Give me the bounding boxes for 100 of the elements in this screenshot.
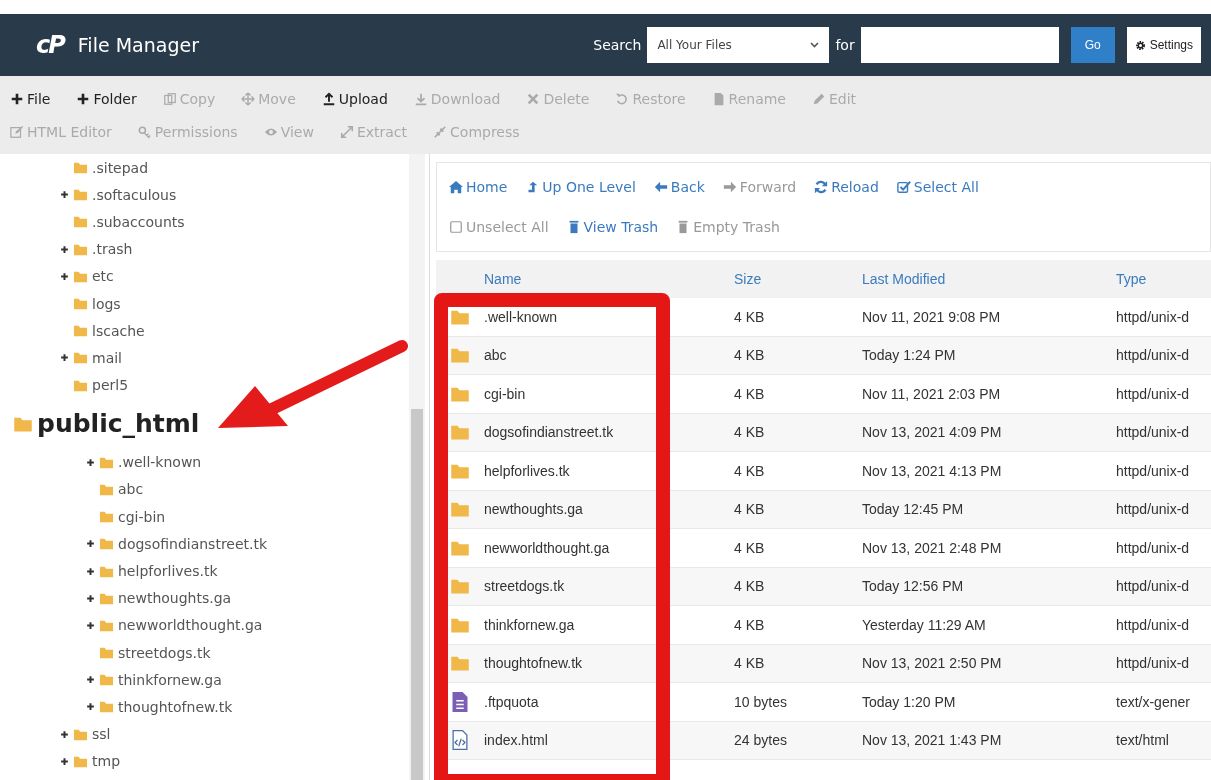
tree-item[interactable]: .trash [92,241,133,258]
table-cell: httpd/unix-d [1116,539,1190,556]
move-icon [241,91,256,106]
key-icon [137,124,152,139]
checkbox-icon [896,180,911,194]
tree-item[interactable]: dogsofindianstreet.tk [118,535,268,552]
expand-plus-icon[interactable] [86,593,95,603]
column-header[interactable]: Last Modified [862,271,1116,287]
expand-plus-icon[interactable] [60,756,69,766]
tree-item[interactable]: streetdogs.tk [118,644,211,661]
table-cell-text: Today 12:56 PM [862,578,965,595]
upload-icon [321,91,336,106]
table-cell-text: streetdogs.tk [484,578,566,595]
table-cell-text: .well-known [484,308,559,325]
expand-plus-icon[interactable] [60,271,69,281]
tree-item[interactable]: helpforlives.tk [118,563,218,580]
table-cell: httpd/unix-d [1116,616,1190,633]
table-cell-text: 4 KB [734,347,766,364]
compress-icon [433,124,448,139]
tree-item[interactable]: lscache [92,322,145,339]
folder-icon [73,296,88,312]
tree-item[interactable]: abc [118,481,144,498]
toolbar-button[interactable]: File [10,82,61,115]
toolbar-button[interactable]: Upload [321,82,398,115]
tree-item[interactable]: cgi-bin [118,508,166,525]
nav-button[interactable]: Up One Level [525,167,644,207]
folder-icon [99,699,114,715]
expand-plus-icon[interactable] [60,353,69,363]
tree-item[interactable]: .sitepad [92,159,149,176]
tree-item[interactable]: etc [92,268,114,285]
tree-item[interactable]: mail [92,349,122,366]
caret-icon [810,42,820,48]
folder-icon [73,160,88,176]
table-cell-text: Nov 13, 2021 2:50 PM [862,655,1003,672]
table-cell: httpd/unix-d [1116,578,1190,595]
table-cell: httpd/unix-d [1116,385,1190,402]
for-label: for [835,37,855,53]
table-cell-text: 10 bytes [734,693,788,710]
toolbar-button[interactable]: Folder [76,82,147,115]
right-arrow-icon [722,180,737,194]
expand-plus-icon[interactable] [60,729,69,739]
checkbox-icon [449,220,463,234]
tree-item[interactable]: public_html [37,409,200,439]
tree-item[interactable]: .subaccounts [92,213,185,230]
table-cell-text: 4 KB [734,385,766,402]
go-button[interactable]: Go [1070,27,1115,63]
column-header[interactable]: Name [484,271,734,287]
table-cell-text: abc [484,347,508,364]
table-cell-text: 4 KB [734,539,766,556]
table-cell-text: Today 1:24 PM [862,347,957,364]
expand-plus-icon[interactable] [60,244,69,254]
table-cell-text: Nov 11, 2021 2:03 PM [862,385,1002,402]
expand-plus-icon[interactable] [86,539,95,549]
expand-plus-icon[interactable] [86,457,95,467]
table-cell-text: Nov 13, 2021 4:13 PM [862,462,1003,479]
folder-icon [99,509,114,525]
folder-icon [73,187,88,203]
logo: cP [36,31,64,59]
table-cell: httpd/unix-d [1116,501,1190,518]
tree-item[interactable]: newworldthought.ga [118,617,263,634]
column-header[interactable]: Size [734,271,862,287]
tree-item[interactable]: thinkfornew.ga [118,671,222,688]
gear-icon [1134,39,1146,51]
table-cell: text/x-gener [1116,693,1190,710]
table-cell-text: 4 KB [734,462,766,479]
expand-plus-icon[interactable] [60,190,69,200]
table-cell: httpd/unix-d [1116,462,1190,479]
scope-dropdown[interactable]: All Your Files [647,27,830,63]
expand-plus-icon[interactable] [86,566,95,576]
expand-plus-icon[interactable] [86,702,95,712]
table-cell-text: 4 KB [734,616,766,633]
tree-item[interactable]: thoughtofnew.tk [118,698,233,715]
tree-item[interactable]: .softaculous [92,186,177,203]
settings-button[interactable]: Settings [1126,27,1201,63]
table-cell: httpd/unix-d [1116,655,1190,672]
folder-icon [99,672,114,688]
expand-plus-icon[interactable] [86,675,95,685]
app-title: File Manager [77,34,199,56]
nav-button[interactable]: Reload [814,167,887,207]
code-file-icon [450,730,470,751]
column-header[interactable]: Type [1116,271,1147,287]
tree-item[interactable]: logs [92,295,121,312]
tree-item[interactable]: .well-known [118,454,202,471]
table-cell-text: cgi-bin [484,385,527,402]
scrollbar[interactable] [409,154,425,780]
tree-item[interactable]: newthoughts.ga [118,590,232,607]
tree-item[interactable]: ssl [92,726,111,743]
folder-icon [73,323,88,339]
tree-item[interactable]: perl5 [92,377,129,394]
expand-plus-icon[interactable] [86,620,95,630]
expand-icon [339,124,354,139]
table-cell-text: Nov 13, 2021 4:09 PM [862,424,1003,441]
nav-button[interactable]: View Trash [566,207,667,247]
nav-button[interactable]: Select All [896,167,987,207]
plus-icon [10,91,24,106]
search-field[interactable] [860,27,1059,63]
nav-button[interactable]: Home [449,167,516,207]
nav-button[interactable]: Back [653,167,713,207]
table-cell-text: thoughtofnew.tk [484,655,584,672]
tree-item[interactable]: tmp [92,753,120,770]
